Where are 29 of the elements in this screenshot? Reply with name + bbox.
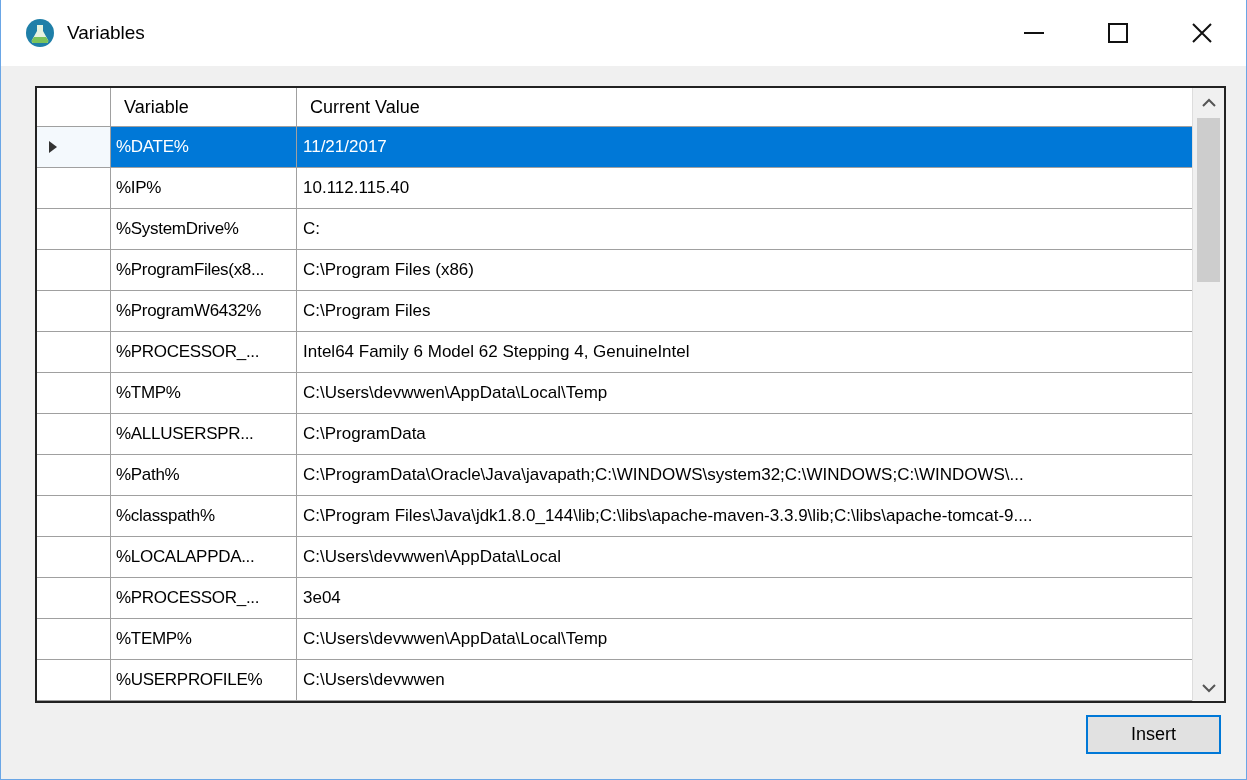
table-row[interactable]: %PROCESSOR_... 3e04 [37,578,1192,619]
maximize-icon [1108,23,1128,43]
table-row[interactable]: %ProgramFiles(x8... C:\Program Files (x86) [37,250,1192,291]
table-row[interactable]: %DATE% 11/21/2017 [37,127,1192,168]
table-row[interactable]: %ProgramW6432% C:\Program Files [37,291,1192,332]
table-row[interactable]: %TMP% C:\Users\devwwen\AppData\Local\Temp [37,373,1192,414]
column-header[interactable]: Variable [111,88,297,126]
scrollbar[interactable] [1192,88,1224,701]
insert-button[interactable]: Insert [1086,715,1221,754]
table-row[interactable]: %ALLUSERSPR... C:\ProgramData [37,414,1192,455]
table-row[interactable]: %USERPROFILE% C:\Users\devwwen [37,660,1192,701]
table-row[interactable]: %LOCALAPPDA... C:\Users\devwwen\AppData\Local [37,537,1192,578]
close-icon [1192,23,1212,43]
scroll-up-icon[interactable] [1201,98,1216,108]
table-row[interactable]: %PROCESSOR_... Intel64 Family 6 Model 62 Stepping 4, GenuineIntel [37,332,1192,373]
table-row[interactable]: %IP% 10.112.115.40 [37,168,1192,209]
table-row[interactable]: %classpath% C:\Program Files\Java\jdk1.8.0_144\lib;C:\libs\apache-maven-3.3.9\lib;C:\libs\apache-tomcat-9.... [37,496,1192,537]
table-cell: 11/21/2017 [297,127,1192,167]
table-cell: %DATE% [111,127,297,167]
table-row[interactable]: %SystemDrive% C: [37,209,1192,250]
current-row-icon [49,141,57,153]
minimize-icon [1024,32,1044,34]
window-title: Variables [67,20,145,45]
table-row[interactable]: %TEMP% C:\Users\devwwen\AppData\Local\Temp [37,619,1192,660]
column-header[interactable]: Current Value [297,88,1192,126]
scroll-down-icon[interactable] [1201,683,1216,693]
table-row[interactable]: %Path% C:\ProgramData\Oracle\Java\javapath;C:\WINDOWS\system32;C:\WINDOWS;C:\WINDOWS\... [37,455,1192,496]
scrollbar-thumb[interactable] [1197,118,1220,282]
flask-icon [26,19,54,47]
